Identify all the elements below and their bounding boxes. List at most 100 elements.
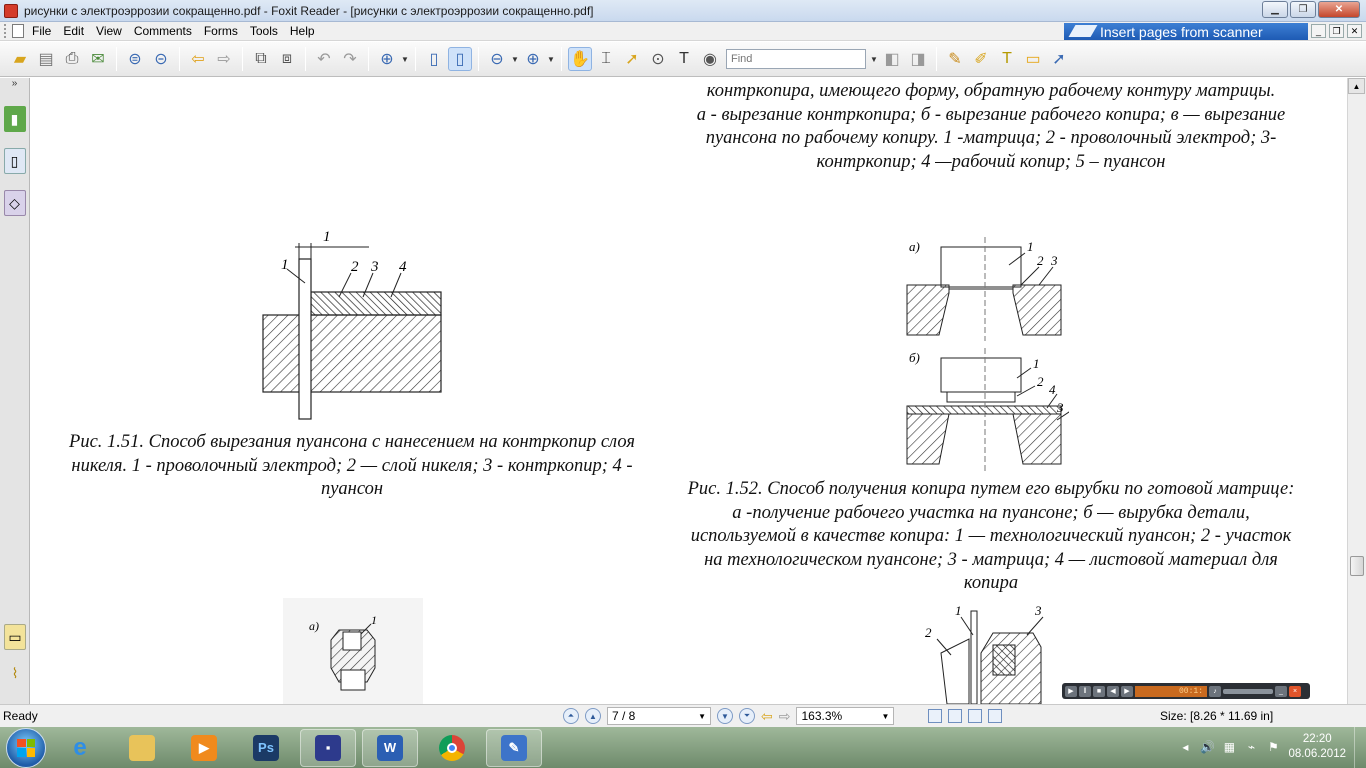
player-minimize-icon[interactable]: _ (1275, 685, 1287, 697)
select-text-icon[interactable]: ⌶ (594, 47, 618, 71)
back-arrow-icon[interactable]: ⇦ (186, 47, 210, 71)
layers-icon[interactable]: ◇ (3, 190, 26, 216)
menu-tools[interactable]: Tools (246, 24, 286, 38)
next-page-status-icon[interactable]: ▼ (717, 708, 733, 724)
zoom-in-dropdown-arrow[interactable]: ▼ (547, 55, 555, 64)
document-icon[interactable] (12, 24, 24, 38)
previous-page-icon[interactable]: ⊜ (123, 47, 147, 71)
taskbar-photoshop[interactable]: Ps (238, 729, 294, 767)
first-page-icon[interactable]: ⏶ (563, 708, 579, 724)
continuous-facing-icon[interactable] (988, 709, 1003, 723)
usb-icon[interactable]: ⌁ (1244, 740, 1258, 754)
player-mute-icon[interactable]: ♪ (1209, 685, 1221, 697)
clock[interactable]: 22:20 08.06.2012 (1288, 732, 1346, 762)
doc-minimize-button[interactable]: _ (1311, 24, 1326, 38)
taskbar-foxit-reader[interactable]: ✎ (486, 728, 542, 767)
hand-tool-icon[interactable]: ✋ (568, 47, 592, 71)
pages-icon[interactable]: ▯ (3, 148, 26, 174)
zoom-dropdown-arrow[interactable]: ▼ (401, 55, 409, 64)
show-desktop-button[interactable] (1354, 727, 1366, 768)
facing-icon[interactable] (968, 709, 983, 723)
page-number-field[interactable]: 7 / 8 ▼ (607, 707, 711, 725)
zoom-field[interactable]: 163.3% ▼ (796, 707, 895, 725)
last-page-icon[interactable]: ⏷ (739, 708, 755, 724)
menu-edit[interactable]: Edit (59, 24, 92, 38)
document-view[interactable]: контркопира, имеющего форму, обратную ра… (31, 78, 1347, 704)
attachments-icon[interactable]: ⌇ (4, 660, 26, 686)
next-page-icon[interactable]: ⊝ (149, 47, 173, 71)
player-close-icon[interactable]: × (1289, 685, 1301, 697)
player-volume-slider[interactable] (1223, 688, 1273, 694)
fit-width-icon[interactable]: ▯ (448, 47, 472, 71)
back-view-icon[interactable]: ⇦ (761, 708, 773, 725)
zoom-in-circle-icon[interactable]: ⊕ (521, 47, 545, 71)
find-previous-icon[interactable]: ◧ (880, 47, 904, 71)
comments-panel-icon[interactable]: ▭ (4, 624, 26, 650)
zoom-out-dropdown-arrow[interactable]: ▼ (511, 55, 519, 64)
flag-icon[interactable]: ⚑ (1266, 740, 1280, 754)
player-play-icon[interactable]: ▶ (1065, 685, 1077, 697)
undo-icon[interactable]: ↶ (312, 47, 336, 71)
player-next-icon[interactable]: ▶ (1121, 685, 1133, 697)
close-button[interactable]: ✕ (1318, 1, 1360, 18)
arrow-tool-icon[interactable]: ➚ (1047, 47, 1071, 71)
restore-button[interactable]: ❐ (1290, 1, 1316, 18)
zoom-out-circle-icon[interactable]: ⊖ (485, 47, 509, 71)
find-dropdown-arrow[interactable]: ▼ (870, 55, 878, 64)
continuous-icon[interactable] (948, 709, 963, 723)
single-page-icon[interactable] (928, 709, 943, 723)
insert-pages-icon[interactable]: ⧈ (275, 47, 299, 71)
doc-restore-button[interactable]: ❐ (1329, 24, 1344, 38)
forward-view-icon[interactable]: ⇨ (779, 708, 791, 725)
taskbar-internet-explorer[interactable]: e (52, 729, 108, 767)
player-prev-icon[interactable]: ◀ (1107, 685, 1119, 697)
menu-file[interactable]: File (28, 24, 59, 38)
menu-comments[interactable]: Comments (130, 24, 200, 38)
taskbar-chrome[interactable] (424, 729, 480, 767)
foxit-app-icon[interactable] (4, 3, 18, 18)
find-next-icon[interactable]: ◨ (906, 47, 930, 71)
taskbar-word[interactable]: W (362, 728, 418, 767)
bookmarks-icon[interactable]: ▮ (3, 106, 26, 132)
zoom-dropdown-arrow[interactable]: ▼ (882, 712, 890, 721)
page-dropdown-arrow[interactable]: ▼ (698, 712, 706, 721)
textbox-tool-icon[interactable]: T (995, 47, 1019, 71)
language-icon[interactable]: ◂ (1178, 740, 1192, 754)
taskbar-media-player[interactable]: ▶ (176, 729, 232, 767)
prev-page-icon[interactable]: ▲ (585, 708, 601, 724)
network-icon[interactable]: ▦ (1222, 740, 1236, 754)
volume-icon[interactable]: 🔊 (1200, 740, 1215, 754)
note-tool-icon[interactable]: ✎ (943, 47, 967, 71)
minimize-button[interactable]: ▁ (1262, 1, 1288, 18)
pencil-tool-icon[interactable]: ✐ (969, 47, 993, 71)
insert-pages-from-scanner-banner[interactable]: Insert pages from scanner (1064, 23, 1308, 40)
zoom-in-icon[interactable]: ⊕ (375, 47, 399, 71)
player-stop-icon[interactable]: ■ (1093, 685, 1105, 697)
find-input[interactable] (726, 49, 866, 69)
typewriter-icon[interactable]: T (672, 47, 696, 71)
player-pause-icon[interactable]: ‖ (1079, 685, 1091, 697)
loupe-icon[interactable]: ⊙ (646, 47, 670, 71)
email-icon[interactable]: ✉ (86, 47, 110, 71)
save-icon[interactable]: ▤ (34, 47, 58, 71)
expand-panel-icon[interactable]: » (0, 78, 29, 94)
scroll-up-icon[interactable]: ▲ (1348, 78, 1365, 94)
doc-close-button[interactable]: ✕ (1347, 24, 1362, 38)
open-folder-icon[interactable]: ▰ (8, 47, 32, 71)
select-annotation-icon[interactable]: ➚ (620, 47, 644, 71)
scroll-thumb[interactable] (1350, 556, 1364, 576)
snapshot-icon[interactable]: ◉ (698, 47, 722, 71)
print-icon[interactable]: ⎙ (60, 47, 84, 71)
menu-forms[interactable]: Forms (200, 24, 246, 38)
extract-pages-icon[interactable]: ⧉ (249, 47, 273, 71)
taskbar-save-app[interactable]: ▪ (300, 728, 356, 767)
menu-view[interactable]: View (92, 24, 130, 38)
menu-help[interactable]: Help (286, 24, 323, 38)
fit-page-icon[interactable]: ▯ (422, 47, 446, 71)
vertical-scrollbar[interactable]: ▲ (1347, 78, 1366, 704)
start-button[interactable] (6, 727, 46, 768)
comment-tool-icon[interactable]: ▭ (1021, 47, 1045, 71)
taskbar-explorer[interactable] (114, 729, 170, 767)
forward-arrow-icon[interactable]: ⇨ (212, 47, 236, 71)
redo-icon[interactable]: ↷ (338, 47, 362, 71)
